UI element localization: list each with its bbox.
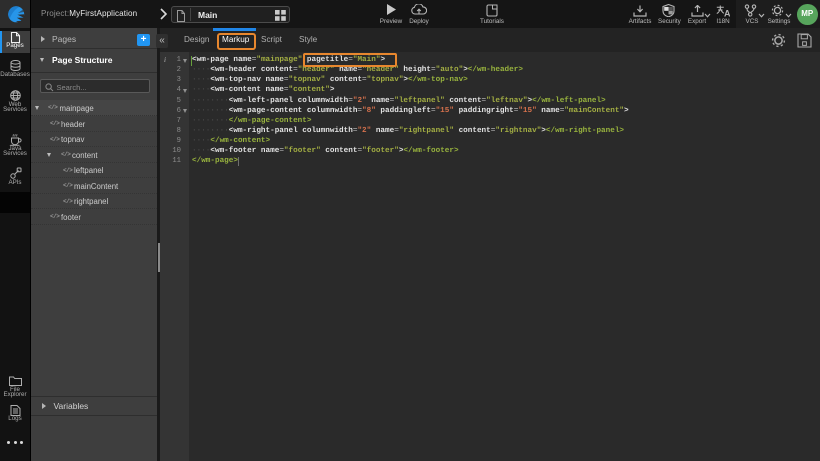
svg-text:A: A (724, 8, 730, 17)
